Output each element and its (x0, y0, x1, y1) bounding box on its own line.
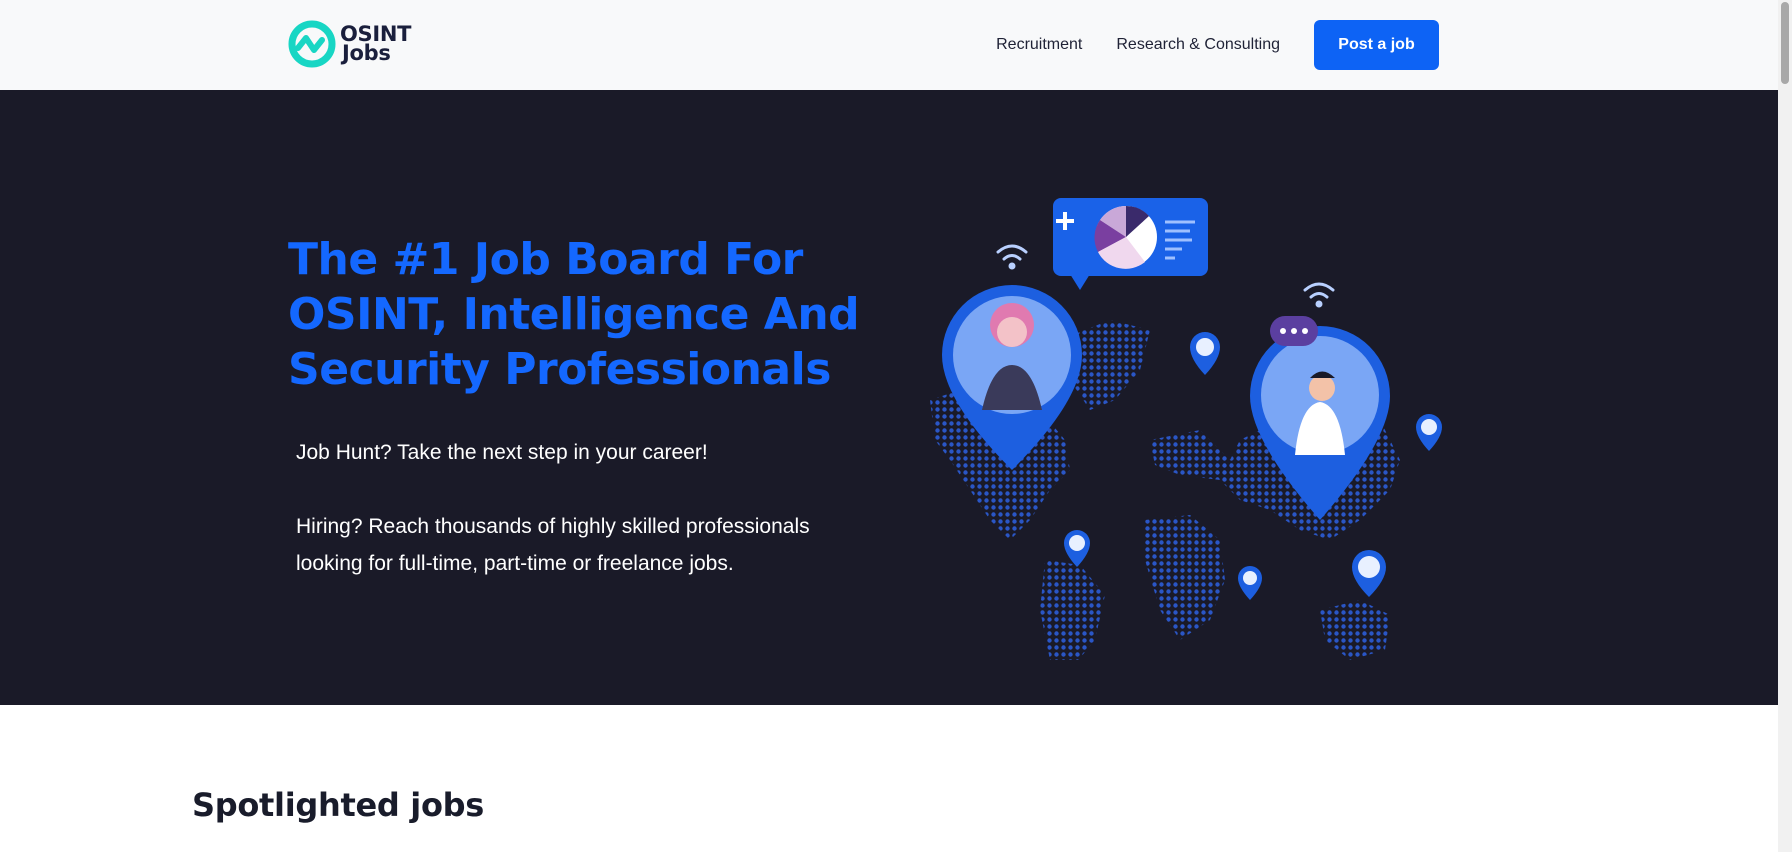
logo-mark-icon (288, 20, 336, 68)
chat-bubble-icon (1270, 316, 1318, 346)
page-scrollbar[interactable] (1778, 0, 1792, 852)
hero-section: The #1 Job Board For OSINT, Intelligence… (0, 90, 1778, 705)
hero-para-jobhunt: Job Hunt? Take the next step in your car… (296, 441, 708, 464)
logo-line-2: Jobs (342, 41, 391, 65)
nav-research-consulting[interactable]: Research & Consulting (1116, 36, 1280, 54)
site-logo[interactable]: OSINT Jobs (288, 20, 412, 68)
nav-recruitment[interactable]: Recruitment (996, 36, 1082, 54)
main-nav: Recruitment Research & Consulting Post a… (996, 20, 1439, 70)
page: OSINT Jobs Recruitment Research & Consul… (0, 0, 1792, 852)
hero-text: Job Hunt? Take the next step in your car… (296, 434, 876, 619)
scrollbar-thumb[interactable] (1781, 2, 1789, 84)
post-job-button[interactable]: Post a job (1314, 20, 1439, 70)
hero-title: The #1 Job Board For OSINT, Intelligence… (288, 234, 860, 395)
site-header: OSINT Jobs Recruitment Research & Consul… (0, 0, 1778, 90)
spotlighted-jobs-heading: Spotlighted jobs (192, 786, 485, 824)
hero-para-hiring: Hiring? Reach thousands of highly skille… (296, 515, 810, 575)
logo-text: OSINT Jobs (340, 24, 412, 65)
chat-bubble-icon (1053, 198, 1208, 290)
world-map-illustration (930, 198, 1442, 660)
